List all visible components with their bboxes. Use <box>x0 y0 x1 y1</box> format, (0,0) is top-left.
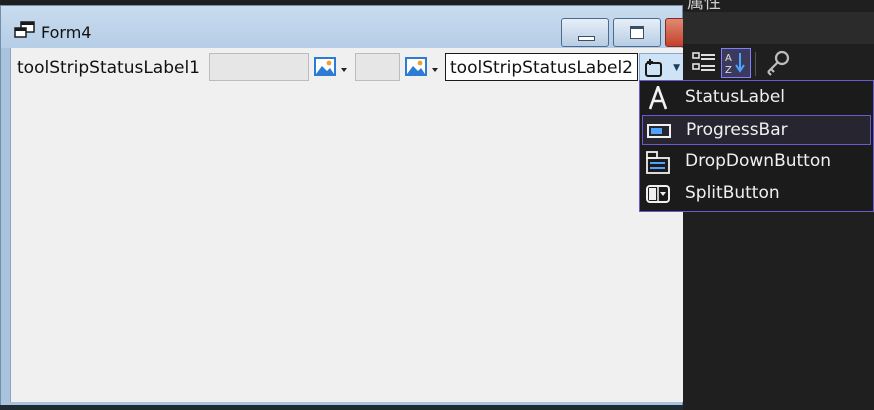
maximize-button[interactable] <box>613 18 661 47</box>
menu-item-progress-bar[interactable]: ProgressBar <box>642 115 871 145</box>
form-icon <box>14 21 35 38</box>
add-item-menu: StatusLabel ProgressBar DropDownButton S… <box>639 80 874 212</box>
property-pages-key-icon[interactable] <box>763 48 793 78</box>
status-strip[interactable]: toolStripStatusLabel1 toolStripStatusLab… <box>11 48 684 84</box>
progress-bar-1[interactable] <box>209 53 309 81</box>
maximize-icon <box>630 26 644 39</box>
menu-item-status-label[interactable]: StatusLabel <box>642 83 871 113</box>
progress-bar-2[interactable] <box>355 53 400 81</box>
toolbar-separator <box>755 52 756 76</box>
close-button[interactable] <box>665 18 685 47</box>
properties-object-selector[interactable] <box>683 12 874 44</box>
dropdown-button-icon <box>646 151 670 174</box>
status-label-2[interactable]: toolStripStatusLabel2 <box>445 53 638 81</box>
form-window: Form4 toolStripStatusLabel1 toolStripSta… <box>0 5 685 407</box>
menu-item-label: StatusLabel <box>685 87 786 107</box>
chevron-down-icon: ▼ <box>673 63 680 73</box>
menu-item-dropdown-button[interactable]: DropDownButton <box>642 147 871 177</box>
status-label-2-text: toolStripStatusLabel2 <box>450 58 633 78</box>
progress-bar-icon <box>647 124 671 138</box>
form-title: Form4 <box>41 23 92 42</box>
status-label-1[interactable]: toolStripStatusLabel1 <box>17 58 200 78</box>
menu-item-label: DropDownButton <box>685 151 832 171</box>
window-bottom-edge <box>0 405 683 410</box>
form-titlebar[interactable]: Form4 <box>1 6 685 48</box>
alphabetical-sort-icon: A Z <box>725 53 745 76</box>
image-dropdown-button-2[interactable] <box>405 56 443 80</box>
alphabetical-view-button[interactable]: A Z <box>721 48 751 78</box>
menu-item-label: ProgressBar <box>686 120 788 140</box>
svg-text:A: A <box>725 53 732 64</box>
add-item-icon <box>645 59 662 77</box>
image-dropdown-button-1[interactable] <box>314 56 352 80</box>
status-label-icon <box>648 86 668 110</box>
form-client-area[interactable]: toolStripStatusLabel1 toolStripStatusLab… <box>10 48 684 402</box>
menu-item-split-button[interactable]: SplitButton <box>642 179 871 209</box>
minimize-icon <box>578 36 595 41</box>
categorized-view-icon[interactable] <box>689 48 719 78</box>
split-button-icon <box>646 185 670 203</box>
svg-text:Z: Z <box>725 65 732 76</box>
add-item-dropdown-button[interactable]: ▼ <box>639 53 684 81</box>
menu-item-label: SplitButton <box>685 183 780 203</box>
minimize-button[interactable] <box>561 18 609 47</box>
